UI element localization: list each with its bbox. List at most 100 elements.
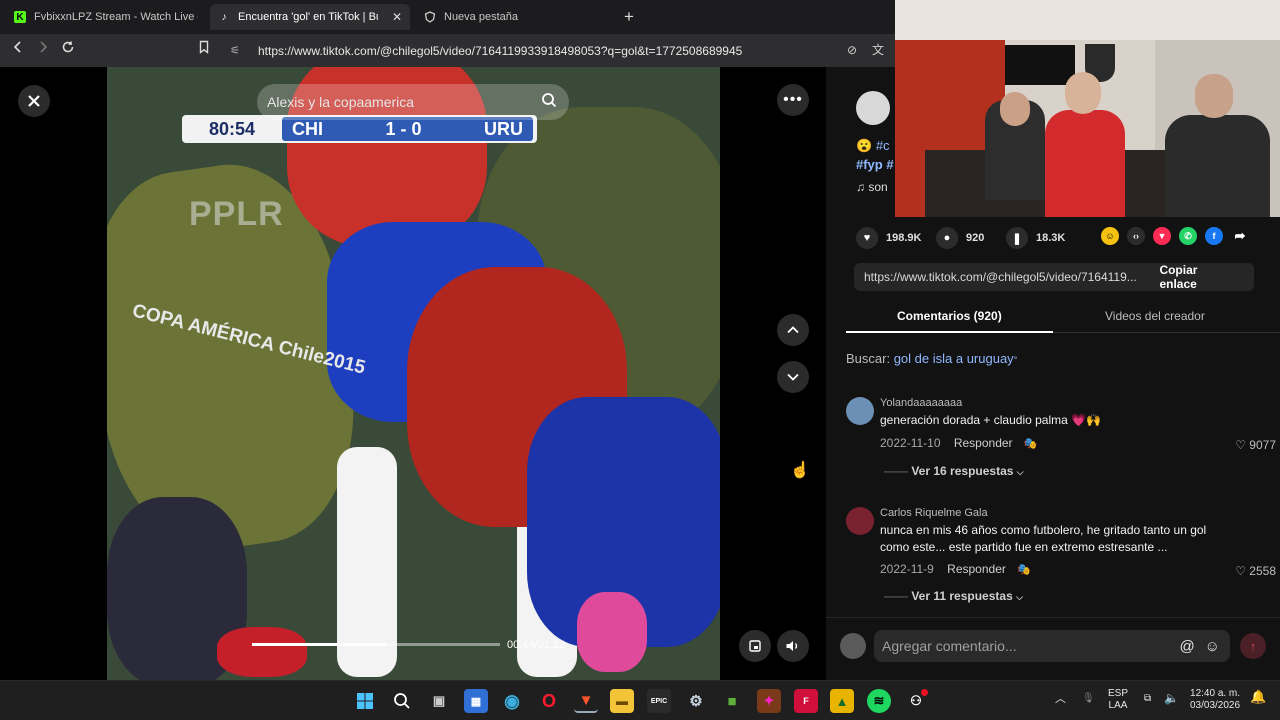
copy-link-box: https://www.tiktok.com/@chilegol5/video/… (854, 263, 1254, 291)
heart-outline-icon: ♡ (1235, 438, 1246, 452)
view-replies-button[interactable]: —— Ver 11 respuestas ⌵ (884, 589, 1023, 603)
file-explorer-icon[interactable]: ▬ (610, 689, 634, 713)
comment-composer: Agregar comentario... @ ☺ ↑ (826, 617, 1280, 680)
close-icon (28, 95, 40, 107)
share-friends-icon[interactable]: ☺ (1101, 227, 1119, 245)
emoji-icon[interactable]: ☺ (1205, 638, 1220, 655)
brave-shield-icon (424, 11, 436, 23)
related-search-query[interactable]: gol de isla a uruguay (894, 351, 1014, 366)
reload-button[interactable] (58, 40, 78, 60)
game-launcher-icon[interactable]: ✦ (757, 689, 781, 713)
close-video-button[interactable] (18, 85, 50, 117)
creator-avatar[interactable] (856, 91, 890, 125)
notification-bell-icon[interactable]: 🔔 (1250, 690, 1266, 703)
previous-video-button[interactable] (777, 314, 809, 346)
search-icon[interactable] (541, 92, 557, 112)
site-settings-icon[interactable]: ⚟ (230, 44, 244, 57)
back-button[interactable] (8, 40, 28, 60)
mention-icon[interactable]: @ (1179, 638, 1194, 655)
network-icon[interactable]: ⧉ (1144, 693, 1151, 705)
mini-player-button[interactable] (739, 630, 771, 662)
comment-item: Yolandaaaaaaaa generación dorada + claud… (846, 397, 1276, 478)
whatsapp-icon[interactable]: ✆ (1179, 227, 1197, 245)
person-left-face (1000, 92, 1030, 126)
chevron-down-icon: ⌵ (1016, 592, 1023, 602)
video-timecode: 00:44/01:22 (507, 639, 566, 651)
related-search-row[interactable]: Buscar: gol de isla a uruguay° (846, 351, 1017, 366)
away-team: URU (484, 118, 523, 139)
tab-tiktok-search[interactable]: ♪ Encuentra 'gol' en TikTok | Búsqueda ✕ (210, 4, 410, 30)
tab-creator-videos[interactable]: Videos del creador (1105, 309, 1205, 323)
opera-icon[interactable]: O (537, 689, 561, 713)
search-button[interactable] (390, 689, 414, 713)
brave-icon[interactable]: ▼ (574, 689, 598, 713)
volume-icon[interactable]: 🔈 (1164, 692, 1179, 704)
more-options-button[interactable]: ••• (777, 84, 809, 116)
task-view-icon[interactable]: ▣ (427, 689, 451, 713)
copy-link-button[interactable]: Copiar enlace (1159, 263, 1238, 291)
like-stat[interactable]: ♥ 198.9K (856, 227, 921, 249)
next-video-button[interactable] (777, 361, 809, 393)
webcam-overlay (895, 0, 1280, 217)
share-arrow-icon[interactable]: ➦ (1231, 227, 1249, 245)
tab-new-tab[interactable]: Nueva pestaña (416, 4, 612, 30)
comment-item: Carlos Riquelme Gala nunca en mis 46 año… (846, 507, 1276, 607)
reply-button[interactable]: Responder (947, 562, 1006, 576)
volume-button[interactable] (777, 630, 809, 662)
red-boot (217, 627, 307, 677)
start-menu-button[interactable] (353, 689, 377, 713)
comment-like[interactable]: ♡ 9077 (1235, 438, 1276, 452)
video-progress-bar[interactable] (252, 643, 500, 646)
clock-time: 12:40 a. m. (1190, 688, 1241, 699)
comment-stat[interactable]: ● 920 (936, 227, 984, 249)
minecraft-icon[interactable]: ■ (720, 689, 744, 713)
comment-input[interactable]: Agregar comentario... @ ☺ (874, 630, 1230, 662)
tab-label: Nueva pestaña (444, 11, 518, 23)
new-tab-button[interactable]: + (624, 7, 634, 27)
input-language-indicator[interactable]: ESP LAA (1108, 688, 1128, 712)
post-comment-button[interactable]: ↑ (1240, 633, 1266, 659)
edge-icon[interactable]: ◉ (500, 689, 524, 713)
video-player[interactable]: PPLR COPA AMÉRICA Chile2015 80:54 CHI 1 … (107, 67, 720, 680)
facebook-icon[interactable]: f (1205, 227, 1223, 245)
emoji-icon: 😮 (856, 138, 876, 153)
microsoft-store-icon[interactable]: ▦ (464, 689, 488, 713)
creator-liked-badge: 🎭 (1023, 438, 1038, 450)
app-with-notification-icon[interactable]: ⚇ (904, 689, 928, 713)
chevron-up-icon (787, 326, 799, 334)
embed-code-icon[interactable]: ‹› (1127, 227, 1145, 245)
football-manager-icon[interactable]: ▲ (830, 689, 854, 713)
close-tab-icon[interactable]: ✕ (386, 10, 402, 24)
search-icon (394, 693, 410, 709)
comment-like[interactable]: ♡ 2558 (1235, 564, 1276, 578)
cast-off-icon[interactable]: ⊘ (842, 40, 862, 60)
comment-count: 920 (966, 232, 985, 244)
show-hidden-icons-chevron-up-icon[interactable]: ︿ (1055, 693, 1066, 705)
tab-comments[interactable]: Comentarios (920) (897, 309, 1002, 323)
tab-kick-stream[interactable]: K FvbixxnLPZ Stream - Watch Live on Kick (6, 4, 206, 30)
forza-icon[interactable]: F (794, 689, 818, 713)
epic-games-icon[interactable]: EPIC (647, 689, 671, 713)
spotify-icon[interactable]: ≋ (867, 689, 891, 713)
heart-icon: ♥ (856, 227, 878, 249)
video-search-pill[interactable]: Alexis y la copaamerica (257, 84, 569, 120)
sound-row[interactable]: ♫ son (856, 180, 888, 194)
send-to-friends-icon[interactable]: ▼ (1153, 227, 1171, 245)
view-replies-button[interactable]: —— Ver 16 respuestas ⌵ (884, 464, 1024, 478)
like-count: 198.9K (886, 232, 922, 244)
bookmark-icon: ❚ (1006, 227, 1028, 249)
translate-icon[interactable]: 文 (868, 40, 888, 60)
forward-button[interactable] (33, 40, 53, 60)
comment-username[interactable]: Yolandaaaaaaaa (880, 397, 962, 409)
microphone-icon[interactable]: 🎙 (1082, 693, 1095, 705)
address-bar[interactable]: ⚟ https://www.tiktok.com/@chilegol5/vide… (224, 38, 894, 63)
active-tab-indicator (846, 331, 1053, 333)
comment-username[interactable]: Carlos Riquelme Gala (880, 507, 988, 519)
bookmark-button[interactable] (194, 40, 214, 60)
save-stat[interactable]: ❚ 18.3K (1006, 227, 1065, 249)
avatar[interactable] (846, 507, 874, 535)
clock[interactable]: 12:40 a. m. 03/03/2026 (1190, 688, 1240, 712)
steam-icon[interactable]: ⚙ (684, 689, 708, 713)
avatar[interactable] (846, 397, 874, 425)
reply-button[interactable]: Responder (954, 436, 1013, 450)
